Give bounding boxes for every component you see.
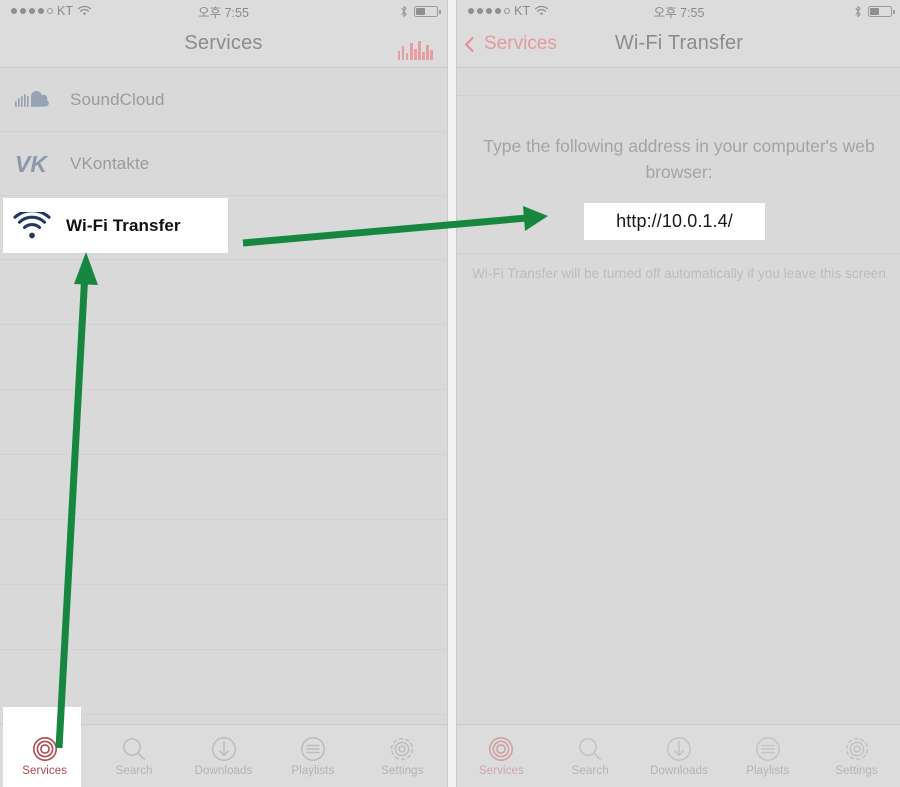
services-list: SoundCloud VK VKontakte Wi-Fi Transfer: [0, 68, 447, 725]
tab-services[interactable]: Services: [0, 725, 89, 787]
svg-text:VK: VK: [15, 151, 48, 177]
tab-playlists[interactable]: Playlists: [268, 725, 357, 787]
list-item-empty: [0, 390, 447, 455]
status-bar-right-group: [400, 5, 441, 18]
footer-note: Wi-Fi Transfer will be turned off automa…: [472, 266, 886, 281]
tab-label: Services: [478, 765, 524, 777]
list-item-vkontakte[interactable]: VK VKontakte: [0, 132, 447, 196]
tab-services[interactable]: Services: [457, 725, 546, 787]
equalizer-icon[interactable]: [397, 40, 433, 60]
clock-label: 오후 7:55: [653, 5, 705, 20]
tab-label: Downloads: [650, 765, 708, 777]
download-icon: [211, 735, 237, 762]
spiral-icon: [32, 735, 58, 762]
gear-icon: [389, 735, 415, 762]
gear-icon: [844, 735, 870, 762]
status-bar-right-group: [854, 5, 895, 18]
search-icon: [121, 735, 147, 762]
battery-icon: [414, 5, 441, 17]
list-item-empty: [0, 650, 447, 715]
instruction-text: Type the following address in your compu…: [483, 136, 875, 182]
tab-downloads[interactable]: Downloads: [179, 725, 268, 787]
list-item-empty: [0, 260, 447, 325]
active-tab-highlight-top: [3, 707, 81, 725]
tab-label: Settings: [835, 765, 878, 777]
status-bar-left: KT 오후 7:55: [0, 0, 447, 22]
section-divider: [457, 253, 900, 254]
highlighted-row-label: Wi-Fi Transfer: [66, 215, 181, 235]
list-item-empty: [0, 585, 447, 650]
wifi-icon: [12, 209, 52, 243]
list-icon: [300, 735, 326, 762]
right-phone-screen: KT 오후 7:55 Services Wi-Fi Transfer Type …: [456, 0, 900, 787]
panel-divider: [447, 0, 456, 787]
tab-label: Settings: [381, 765, 424, 777]
page-title: Wi-Fi Transfer: [614, 32, 744, 54]
section-divider: [457, 95, 900, 96]
tab-search[interactable]: Search: [89, 725, 178, 787]
clock-label: 오후 7:55: [198, 5, 249, 20]
list-item-empty: [0, 520, 447, 585]
list-item-label: SoundCloud: [70, 89, 165, 109]
vkontakte-icon: VK: [12, 147, 52, 181]
tab-settings[interactable]: Settings: [358, 725, 447, 787]
wifi-transfer-detail: Type the following address in your compu…: [457, 68, 900, 725]
tab-bar-left: Services Search Downloads Playlists Sett…: [0, 724, 447, 787]
status-bar-right: KT 오후 7:55: [457, 0, 900, 22]
screenshot-stage: KT 오후 7:55 Services SoundCloud VK VKonta…: [0, 0, 900, 787]
bluetooth-icon: [855, 5, 861, 17]
list-item-empty: [0, 325, 447, 390]
tab-label: Playlists: [291, 765, 335, 777]
tab-bar-right: Services Search Downloads Playlists Sett…: [457, 724, 900, 787]
page-title: Services: [184, 32, 263, 54]
tab-label: Playlists: [746, 765, 790, 777]
tab-settings[interactable]: Settings: [812, 725, 900, 787]
transfer-url-value[interactable]: http://10.0.1.4/: [584, 203, 765, 240]
spiral-icon: [488, 735, 514, 762]
list-icon: [755, 735, 781, 762]
tab-label: Downloads: [194, 765, 253, 777]
nav-bar-right: Services Wi-Fi Transfer: [457, 22, 900, 68]
download-icon: [666, 735, 692, 762]
bluetooth-icon: [401, 5, 407, 17]
list-item-label: VKontakte: [70, 153, 150, 173]
list-item-empty: [0, 455, 447, 520]
highlighted-wifi-transfer-row[interactable]: Wi-Fi Transfer: [3, 198, 228, 253]
soundcloud-icon: [12, 83, 52, 117]
tab-label: Services: [22, 765, 68, 777]
tab-label: Search: [571, 765, 609, 777]
list-item-soundcloud[interactable]: SoundCloud: [0, 68, 447, 132]
tab-playlists[interactable]: Playlists: [723, 725, 812, 787]
left-phone-screen: KT 오후 7:55 Services SoundCloud VK VKonta…: [0, 0, 448, 787]
tab-search[interactable]: Search: [546, 725, 635, 787]
tab-downloads[interactable]: Downloads: [635, 725, 724, 787]
search-icon: [577, 735, 603, 762]
tab-label: Search: [115, 765, 153, 777]
battery-icon: [868, 5, 895, 17]
nav-bar-left: Services: [0, 22, 447, 68]
